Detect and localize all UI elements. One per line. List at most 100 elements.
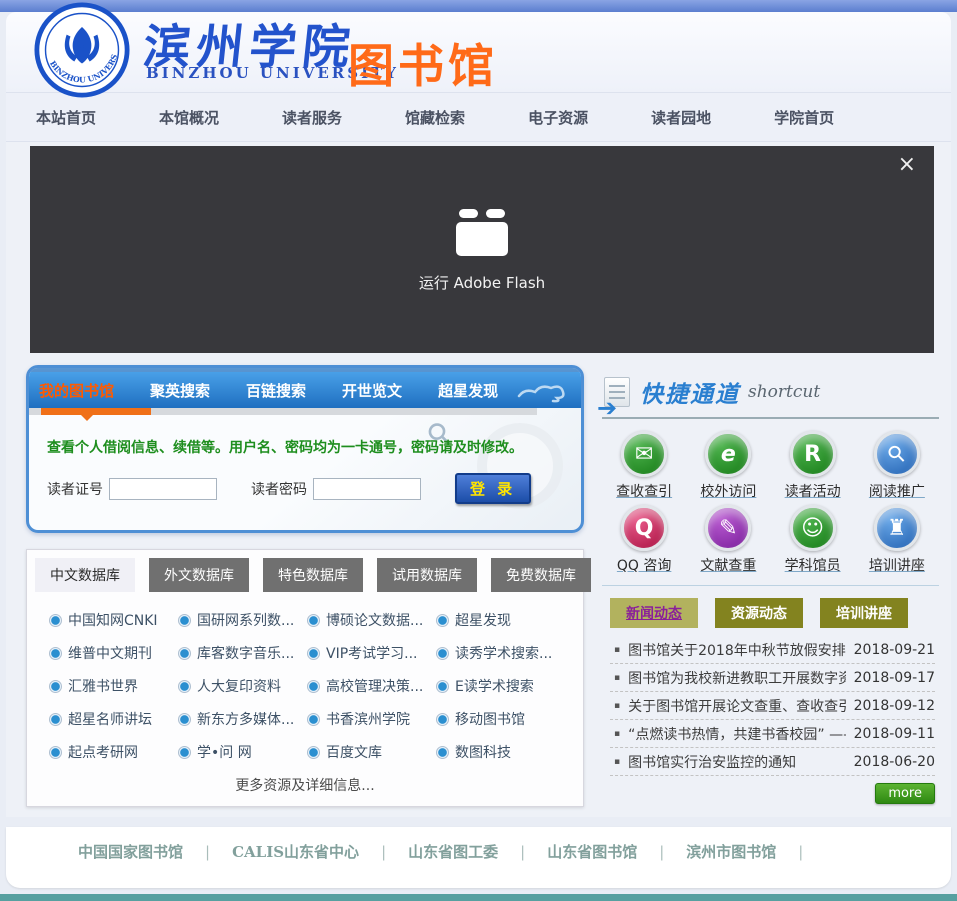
tab-juying-search[interactable]: 聚英搜索 (150, 380, 210, 401)
radio-bullet-icon (436, 614, 449, 627)
nav-item-reader-garden[interactable]: 读者园地 (651, 107, 711, 128)
news-item[interactable]: ▪ 图书馆实行治安监控的通知 2018-06-20 (610, 748, 935, 776)
db-link[interactable]: 高校管理决策... (307, 676, 436, 696)
square-bullet-icon: ▪ (614, 757, 620, 767)
nav-item-home[interactable]: 本站首页 (36, 107, 96, 128)
radio-bullet-icon (49, 647, 62, 660)
library-title: 图书馆 (348, 30, 498, 96)
db-link[interactable]: 新东方多媒体... (178, 709, 307, 729)
radio-bullet-icon (49, 614, 62, 627)
news-more-button[interactable]: more (875, 783, 935, 804)
nav-item-e-resources[interactable]: 电子资源 (528, 107, 588, 128)
reader-password-label: 读者密码 (251, 479, 307, 499)
footer-link-binzhou-city-library[interactable]: 滨州市图书馆 (686, 841, 776, 862)
footer-link-shandong-library-committee[interactable]: 山东省图工委 (408, 841, 498, 862)
news-item[interactable]: ▪ 图书馆关于2018年中秋节放假安排的通... 2018-09-21 (610, 636, 935, 664)
login-button[interactable]: 登 录 (455, 473, 531, 504)
radio-bullet-icon (49, 680, 62, 693)
footer-link-national-library[interactable]: 中国国家图书馆 (78, 841, 183, 862)
nav-item-university-home[interactable]: 学院首页 (774, 107, 834, 128)
flash-banner-placeholder[interactable]: × 运行 Adobe Flash (30, 146, 934, 353)
shortcut-reader-activity[interactable]: R 读者活动 (771, 431, 855, 501)
database-tab-bar: 中文数据库 外文数据库 特色数据库 试用数据库 免费数据库 (35, 558, 575, 592)
db-link[interactable]: 库客数字音乐... (178, 643, 307, 663)
db-link[interactable]: E读学术搜索 (436, 676, 565, 696)
db-link[interactable]: 中国知网CNKI (49, 610, 178, 630)
shortcut-training-lecture[interactable]: ♜ 培训讲座 (855, 505, 939, 575)
tab-chaoxing-discovery[interactable]: 超星发现 (438, 380, 498, 401)
reading-promotion-icon: ⚲ (874, 431, 920, 477)
db-link[interactable]: 超星发现 (436, 610, 565, 630)
login-tab-bar: 我的图书馆 聚英搜索 百链搜索 开世览文 超星发现 (29, 368, 581, 408)
db-link[interactable]: 起点考研网 (49, 742, 178, 762)
db-link[interactable]: 学•问 网 (178, 742, 307, 762)
news-item[interactable]: ▪ 关于图书馆开展论文查重、查收查引等... 2018-09-12 (610, 692, 935, 720)
db-link[interactable]: 汇雅书世界 (49, 676, 178, 696)
flash-run-prompt[interactable]: 运行 Adobe Flash (30, 208, 934, 293)
training-lecture-icon: ♜ (874, 505, 920, 551)
db-link[interactable]: 百度文库 (307, 742, 436, 762)
shortcut-subject-librarian[interactable]: ☺ 学科馆员 (771, 505, 855, 575)
shortcut-qq-consult[interactable]: Q QQ 咨询 (602, 505, 686, 575)
radio-bullet-icon (436, 713, 449, 726)
radio-bullet-icon (307, 713, 320, 726)
tab-free-databases[interactable]: 免费数据库 (491, 558, 591, 592)
db-link[interactable]: 书香滨州学院 (307, 709, 436, 729)
db-link[interactable]: 人大复印资料 (178, 676, 307, 696)
db-link[interactable]: 维普中文期刊 (49, 643, 178, 663)
tab-my-library[interactable]: 我的图书馆 (39, 380, 114, 401)
more-resources-link[interactable]: 更多资源及详细信息... (35, 766, 575, 800)
footer-links: 中国国家图书馆| CALIS山东省中心| 山东省图工委| 山东省图书馆| 滨州市… (6, 841, 951, 862)
db-link[interactable]: 超星名师讲坛 (49, 709, 178, 729)
left-column: 我的图书馆 聚英搜索 百链搜索 开世览文 超星发现 ⚲ 查看个人借阅信息、续借等… (26, 365, 584, 807)
db-link[interactable]: 博硕论文数据... (307, 610, 436, 630)
shortcut-plagiarism-check[interactable]: ✎ 文献查重 (686, 505, 770, 575)
nav-item-reader-services[interactable]: 读者服务 (282, 107, 342, 128)
tab-news[interactable]: 新闻动态 (610, 598, 698, 628)
db-link[interactable]: VIP考试学习... (307, 643, 436, 663)
square-bullet-icon: ▪ (614, 645, 620, 655)
shortcut-title-en: shortcut (748, 382, 820, 402)
radio-bullet-icon (178, 713, 191, 726)
qq-consult-icon: Q (621, 505, 667, 551)
nav-item-catalog-search[interactable]: 馆藏检索 (405, 107, 465, 128)
subject-librarian-icon: ☺ (790, 505, 836, 551)
tab-kaishi-lanwen[interactable]: 开世览文 (342, 380, 402, 401)
db-link[interactable]: 国研网系列数... (178, 610, 307, 630)
reader-password-input[interactable] (313, 478, 421, 500)
shortcut-grid: ✉ 查收查引 e 校外访问 R 读者活动 ⚲ 阅读推广 (602, 425, 939, 586)
footer-link-calis-shandong[interactable]: CALIS山东省中心 (232, 841, 359, 862)
right-column: ➔ 快捷通道 shortcut ✉ 查收查引 e 校外访问 R (602, 365, 939, 807)
tab-bailian-search[interactable]: 百链搜索 (246, 380, 306, 401)
tab-trial-databases[interactable]: 试用数据库 (377, 558, 477, 592)
tab-foreign-databases[interactable]: 外文数据库 (149, 558, 249, 592)
document-icon: ➔ (604, 377, 630, 407)
radio-bullet-icon (307, 647, 320, 660)
news-list: ▪ 图书馆关于2018年中秋节放假安排的通... 2018-09-21 ▪ 图书… (602, 634, 939, 776)
tab-special-databases[interactable]: 特色数据库 (263, 558, 363, 592)
radio-bullet-icon (178, 614, 191, 627)
content-shell: BINZHOU UNIVERSITY 滨州学院 BINZHOU UNIVERSI… (6, 12, 951, 817)
db-link[interactable]: 读秀学术搜索... (436, 643, 565, 663)
tab-training-lectures[interactable]: 培训讲座 (820, 598, 908, 628)
shortcut-reading-promotion[interactable]: ⚲ 阅读推广 (855, 431, 939, 501)
shortcut-citation-check[interactable]: ✉ 查收查引 (602, 431, 686, 501)
radio-bullet-icon (307, 746, 320, 759)
news-date: 2018-09-21 (854, 642, 935, 658)
db-link[interactable]: 移动图书馆 (436, 709, 565, 729)
nav-item-about[interactable]: 本馆概况 (159, 107, 219, 128)
news-more-row: more (602, 776, 939, 806)
tab-chinese-databases[interactable]: 中文数据库 (35, 558, 135, 592)
square-bullet-icon: ▪ (614, 673, 620, 683)
tab-resource-updates[interactable]: 资源动态 (715, 598, 803, 628)
footer-link-shandong-library[interactable]: 山东省图书馆 (547, 841, 637, 862)
news-item[interactable]: ▪ 图书馆为我校新进教职工开展数字资源... 2018-09-17 (610, 664, 935, 692)
radio-bullet-icon (49, 713, 62, 726)
radio-bullet-icon (178, 746, 191, 759)
shortcut-offcampus-access[interactable]: e 校外访问 (686, 431, 770, 501)
news-item[interactable]: ▪ “点燃读书热情，共建书香校园” ——图... 2018-09-11 (610, 720, 935, 748)
close-icon[interactable]: × (898, 154, 916, 176)
active-tab-underline-track (29, 408, 537, 415)
db-link[interactable]: 数图科技 (436, 742, 565, 762)
reader-id-input[interactable] (109, 478, 217, 500)
